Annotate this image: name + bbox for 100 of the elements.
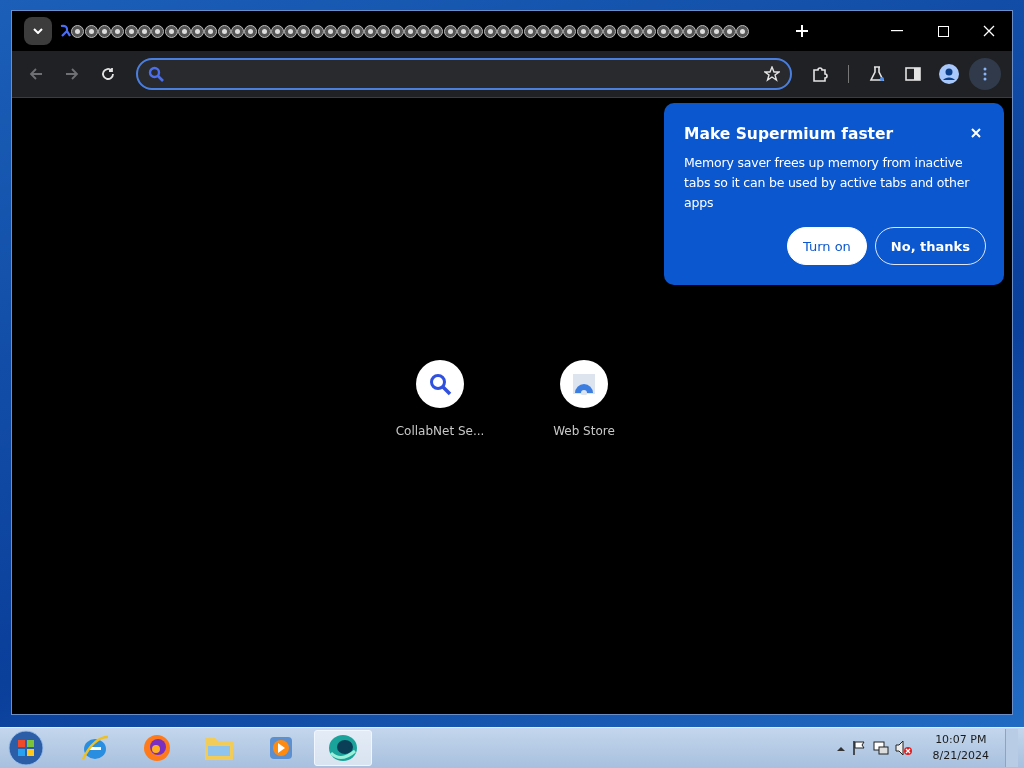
- tab[interactable]: [177, 22, 191, 40]
- address-bar[interactable]: [136, 58, 792, 90]
- tab[interactable]: [137, 22, 152, 40]
- tab-favicon-icon: [390, 24, 404, 38]
- tab[interactable]: [563, 22, 577, 40]
- tab[interactable]: [709, 22, 723, 40]
- tab-favicon-icon: [430, 24, 444, 38]
- tab-favicon-icon: [284, 24, 298, 38]
- tab[interactable]: [510, 22, 524, 40]
- tab-favicon-icon: [629, 24, 643, 38]
- tab[interactable]: [523, 22, 537, 40]
- tab[interactable]: [124, 22, 138, 40]
- shortcut-tile[interactable]: Web Store: [528, 360, 640, 714]
- tab-favicon-icon: [257, 24, 271, 38]
- date-text: 8/21/2024: [932, 748, 989, 764]
- tab[interactable]: [470, 22, 484, 40]
- tab-favicon-icon: [177, 24, 191, 38]
- tab-favicon-icon: [443, 24, 457, 38]
- star-icon[interactable]: [764, 66, 780, 82]
- tab[interactable]: [669, 22, 683, 40]
- tab-favicon-icon: [696, 24, 710, 38]
- tab[interactable]: [244, 22, 258, 40]
- tab[interactable]: [84, 22, 98, 40]
- tab[interactable]: [443, 22, 457, 40]
- chevron-down-icon: [33, 28, 43, 34]
- tab[interactable]: [722, 22, 737, 40]
- tab[interactable]: [204, 22, 218, 40]
- tab[interactable]: [603, 22, 617, 40]
- tab-favicon-icon: [563, 24, 577, 38]
- tab[interactable]: [151, 22, 165, 40]
- tab[interactable]: [323, 22, 338, 40]
- tab-favicon-icon: [590, 24, 603, 38]
- tab[interactable]: [589, 22, 604, 40]
- flag-icon[interactable]: [850, 740, 867, 756]
- tab[interactable]: [616, 22, 630, 40]
- browser-logo-icon: [327, 733, 359, 763]
- network-icon[interactable]: [872, 740, 889, 756]
- tab[interactable]: [576, 22, 590, 40]
- start-button[interactable]: [6, 729, 46, 767]
- tab-favicon-icon: [457, 24, 471, 38]
- avatar-icon: [939, 64, 959, 84]
- tab-favicon-icon: [124, 24, 138, 38]
- tab[interactable]: [736, 22, 750, 40]
- tab[interactable]: [111, 22, 125, 40]
- tab[interactable]: [190, 22, 205, 40]
- tab[interactable]: [483, 22, 497, 40]
- tab[interactable]: [390, 22, 404, 40]
- tab[interactable]: [71, 22, 85, 40]
- tab-favicon-icon: [723, 24, 736, 38]
- tab[interactable]: [337, 22, 351, 40]
- tab-favicon-icon: [483, 24, 497, 38]
- tab-favicon-icon: [616, 24, 630, 38]
- tab-favicon-icon: [111, 24, 125, 38]
- tab[interactable]: [403, 22, 417, 40]
- tab[interactable]: [643, 22, 657, 40]
- tab[interactable]: [230, 22, 245, 40]
- tab-favicon-icon: [270, 24, 284, 38]
- tab[interactable]: [417, 22, 431, 40]
- tab[interactable]: [350, 22, 364, 40]
- tab-search-button[interactable]: [24, 17, 52, 45]
- tab[interactable]: [696, 22, 710, 40]
- turn-on-button[interactable]: Turn on: [786, 227, 867, 265]
- reload-icon: [101, 67, 115, 81]
- arrow-left-icon: [29, 67, 43, 81]
- tab[interactable]: [550, 22, 564, 40]
- puzzle-icon: [812, 66, 828, 82]
- shortcut-tile[interactable]: CollabNet Se...: [384, 360, 496, 714]
- tab-favicon-icon: [523, 24, 537, 38]
- tab[interactable]: [310, 22, 324, 40]
- tab[interactable]: [536, 22, 550, 40]
- tab-favicon-icon: [297, 24, 311, 38]
- tab-favicon-icon: [324, 24, 338, 38]
- speaker-muted-icon[interactable]: [894, 740, 913, 756]
- tab-favicon-icon: [536, 24, 550, 38]
- clock[interactable]: 10:07 PM 8/21/2024: [932, 732, 989, 764]
- tab[interactable]: [270, 22, 285, 40]
- tab[interactable]: [496, 22, 511, 40]
- tab-favicon-icon: [151, 24, 165, 38]
- tab-favicon-icon: [736, 24, 750, 38]
- taskbar-app[interactable]: [314, 730, 372, 766]
- tab-favicon-icon: [137, 24, 151, 38]
- tab[interactable]: [629, 22, 644, 40]
- tab[interactable]: [377, 22, 391, 40]
- tab[interactable]: [217, 22, 231, 40]
- tab[interactable]: [682, 22, 697, 40]
- tab-favicon-icon: [363, 24, 377, 38]
- tab[interactable]: [297, 22, 311, 40]
- tab[interactable]: [456, 22, 471, 40]
- magnifier-icon: [428, 372, 452, 396]
- tab[interactable]: [284, 22, 298, 40]
- tab-favicon-icon: [58, 24, 71, 38]
- tab[interactable]: [97, 22, 112, 40]
- tab[interactable]: [257, 22, 271, 40]
- tab[interactable]: [164, 22, 178, 40]
- caret-up-icon[interactable]: [836, 745, 845, 751]
- tab[interactable]: [363, 22, 378, 40]
- close-icon: [971, 128, 981, 138]
- tab[interactable]: [656, 22, 670, 40]
- tab[interactable]: [430, 22, 444, 40]
- search-icon: [148, 66, 164, 82]
